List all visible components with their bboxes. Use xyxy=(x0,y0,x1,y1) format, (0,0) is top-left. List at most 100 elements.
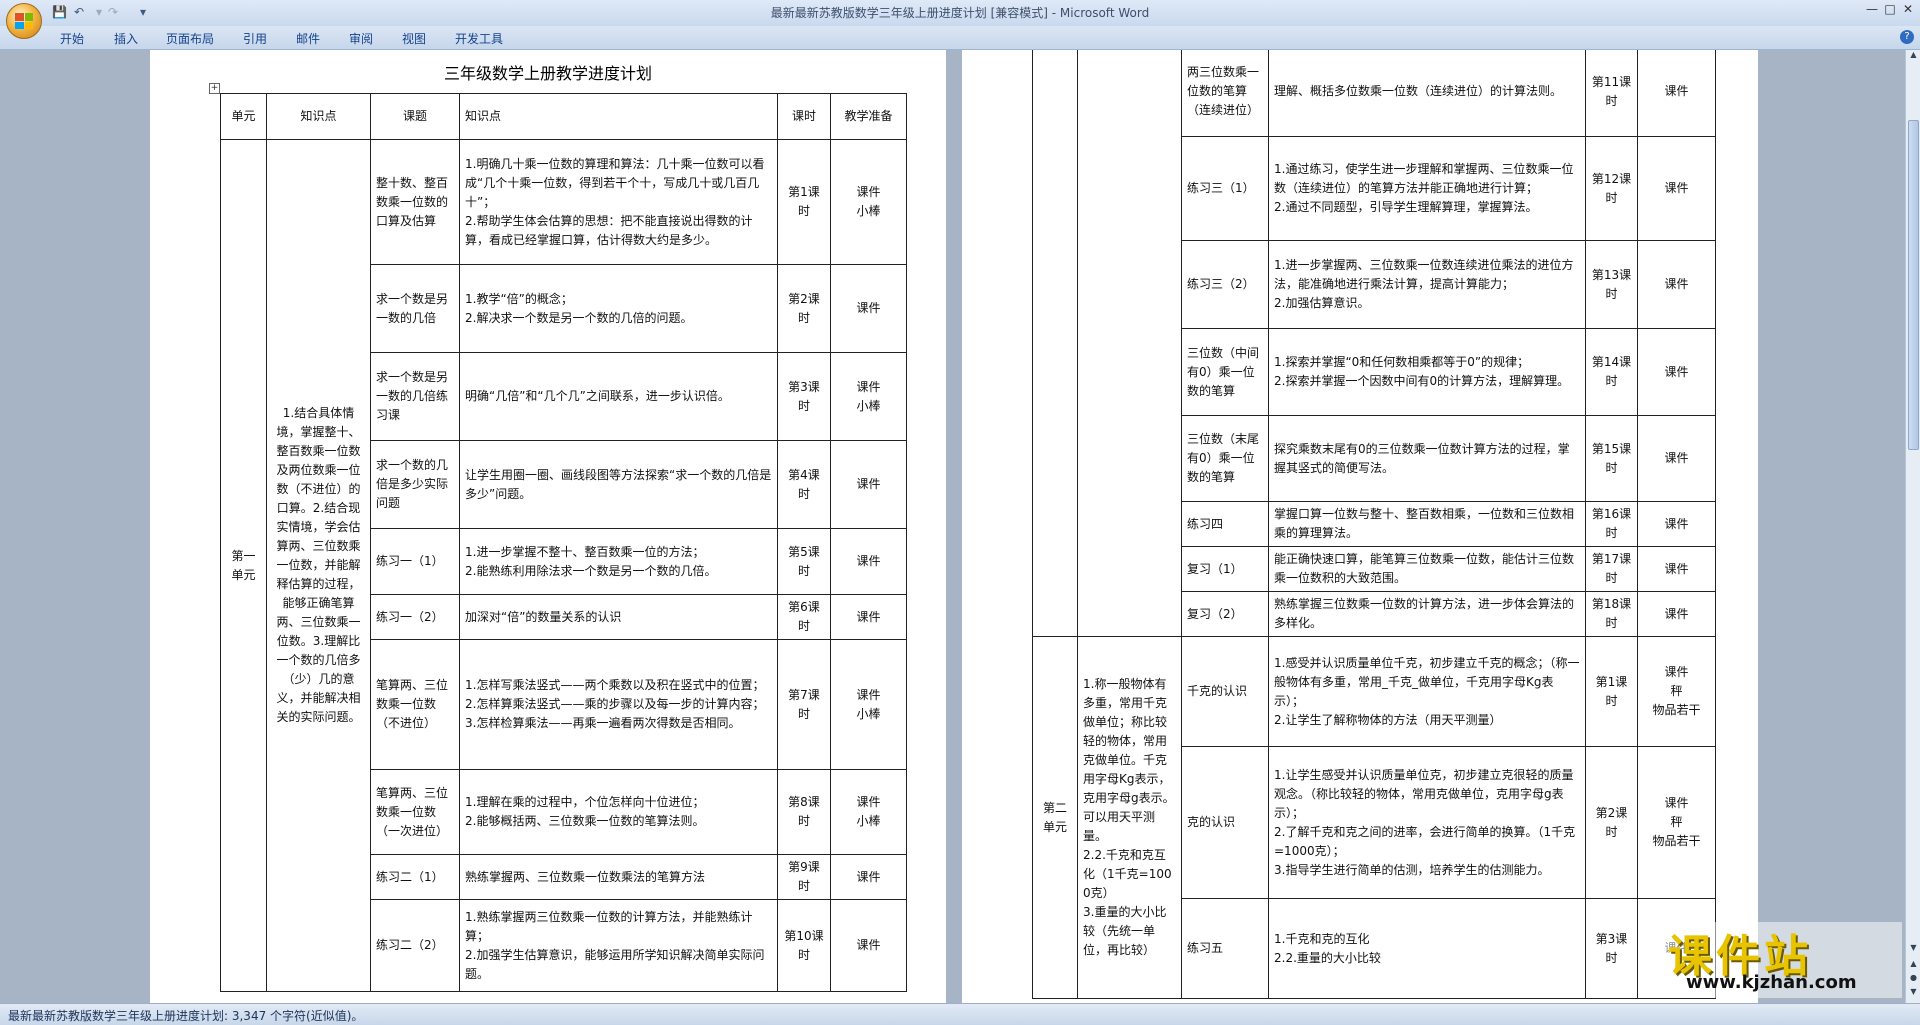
topic-cell: 千克的认识 xyxy=(1181,636,1269,747)
detail-cell: 1.熟练掌握两三位数乘一位数的计算方法，并能熟练计算； 2.加强学生估算意识，能… xyxy=(459,899,778,992)
unit-name: 第一单元 xyxy=(220,139,267,992)
period-cell: 第5课时 xyxy=(777,528,831,595)
topic-cell: 求一个数的几倍是多少实际问题 xyxy=(370,440,460,529)
word-window: 💾 ↶ ▾ ↷ ▾ 最新最新苏教版数学三年级上册进度计划 [兼容模式] - Mi… xyxy=(0,0,1920,1025)
tab-page-layout[interactable]: 页面布局 xyxy=(166,30,214,47)
period-cell: 第4课时 xyxy=(777,440,831,529)
detail-cell: 1.进一步掌握不整十、整百数乘一位的方法； 2.能熟练利用除法求一个数是另一个数… xyxy=(459,528,778,595)
topic-cell: 克的认识 xyxy=(1181,746,1269,899)
table-row: 两三位数乘一位数的笔算（连续进位） 理解、概括多位数乘一位数（连续进位）的计算法… xyxy=(1032,50,1716,637)
prep-cell: 课件 小棒 xyxy=(830,352,907,441)
prep-cell: 课件 xyxy=(1637,591,1716,637)
restore-icon[interactable]: □ xyxy=(1882,2,1898,16)
topic-cell: 练习三（1） xyxy=(1181,136,1269,241)
ribbon-tabs: 开始 插入 页面布局 引用 邮件 审阅 视图 开发工具 ? xyxy=(0,26,1920,50)
window-title: 最新最新苏教版数学三年级上册进度计划 [兼容模式] - Microsoft Wo… xyxy=(770,6,1150,20)
period-cell: 第18课时 xyxy=(1585,591,1638,637)
watermark-url: www.kjzhan.com xyxy=(1686,972,1857,993)
prep-cell: 课件 xyxy=(1637,136,1716,241)
tab-review[interactable]: 审阅 xyxy=(349,30,373,47)
detail-cell: 掌握口算一位数与整十、整百数相乘，一位数和三位数相乘的算理算法。 xyxy=(1268,501,1586,547)
scroll-thumb[interactable] xyxy=(1908,120,1919,450)
close-icon[interactable]: ✕ xyxy=(1900,2,1916,16)
help-icon[interactable]: ? xyxy=(1900,30,1914,44)
detail-cell: 1.怎样写乘法竖式——两个乘数以及积在竖式中的位置； 2.怎样算乘法竖式——乘的… xyxy=(459,639,778,770)
prep-cell: 课件 xyxy=(830,899,907,992)
status-text: 最新最新苏教版数学三年级上册进度计划: 3,347 个字符(近似值)。 xyxy=(8,1009,364,1023)
vertical-scrollbar[interactable]: ▲ ▼ ▲ ● ▼ xyxy=(1905,50,1920,1003)
scroll-down-icon[interactable]: ▼ xyxy=(1906,943,1920,957)
period-cell: 第17课时 xyxy=(1585,546,1638,592)
page-2[interactable]: 两三位数乘一位数的笔算（连续进位） 理解、概括多位数乘一位数（连续进位）的计算法… xyxy=(962,50,1758,1003)
prep-cell: 课件 xyxy=(830,528,907,595)
topic-cell: 三位数（中间有0）乘一位数的笔算 xyxy=(1181,328,1269,416)
period-cell: 第8课时 xyxy=(777,769,831,855)
tab-references[interactable]: 引用 xyxy=(243,30,267,47)
period-cell: 第2课时 xyxy=(777,264,831,353)
header-knowledge: 知识点 xyxy=(266,93,371,140)
prep-cell: 课件 xyxy=(830,440,907,529)
detail-cell: 明确“几倍”和“几个几”之间联系，进一步认识倍。 xyxy=(459,352,778,441)
topic-cell: 练习一（1） xyxy=(370,528,460,595)
detail-cell: 熟练掌握两、三位数乘一位数乘法的笔算方法 xyxy=(459,854,778,900)
plan-table-page1: 单元 知识点 课题 知识点 课时 教学准备 第一单元 1.结合具体情境，掌握整十… xyxy=(220,93,907,992)
table-row: 第一单元 1.结合具体情境，掌握整十、整百数乘一位数及两位数乘一位数（不进位）的… xyxy=(220,139,907,992)
prep-cell: 课件 xyxy=(830,264,907,353)
topic-cell: 复习（1） xyxy=(1181,546,1269,592)
period-cell: 第16课时 xyxy=(1585,501,1638,547)
period-cell: 第1课时 xyxy=(777,139,831,265)
next-page-icon[interactable]: ▼ xyxy=(1906,987,1920,1001)
tab-mailings[interactable]: 邮件 xyxy=(296,30,320,47)
prep-cell: 课件 小棒 xyxy=(830,639,907,770)
period-cell: 第11课时 xyxy=(1585,50,1638,137)
prep-cell: 课件 xyxy=(1637,415,1716,502)
minimize-icon[interactable]: — xyxy=(1864,2,1880,16)
prep-cell: 课件 xyxy=(1637,50,1716,137)
watermark: 课件站 www.kjzhan.com xyxy=(1662,922,1902,998)
period-cell: 第14课时 xyxy=(1585,328,1638,416)
table-row: 第二单元 1.称一般物体有多重，常用千克做单位；称比较轻的物体，常用克做单位。千… xyxy=(1032,636,1716,999)
header-unit: 单元 xyxy=(220,93,267,140)
tab-home[interactable]: 开始 xyxy=(60,30,84,47)
unit-knowledge: 1.称一般物体有多重，常用千克做单位；称比较轻的物体，常用克做单位。千克用字母K… xyxy=(1077,636,1182,999)
topic-cell: 练习二（1） xyxy=(370,854,460,900)
prep-cell: 课件 xyxy=(1637,546,1716,592)
detail-cell: 能正确快速口算，能笔算三位数乘一位数，能估计三位数乘一位数积的大致范围。 xyxy=(1268,546,1586,592)
table-header-row: 单元 知识点 课题 知识点 课时 教学准备 xyxy=(220,93,907,140)
unit-knowledge-continued xyxy=(1077,50,1182,637)
detail-cell: 理解、概括多位数乘一位数（连续进位）的计算法则。 xyxy=(1268,50,1586,137)
table-move-handle-icon[interactable]: + xyxy=(209,83,220,94)
status-bar: 最新最新苏教版数学三年级上册进度计划: 3,347 个字符(近似值)。 xyxy=(0,1003,1920,1025)
title-bar: 💾 ↶ ▾ ↷ ▾ 最新最新苏教版数学三年级上册进度计划 [兼容模式] - Mi… xyxy=(0,0,1920,26)
select-browse-object-icon[interactable]: ● xyxy=(1906,973,1920,987)
tab-view[interactable]: 视图 xyxy=(402,30,426,47)
tab-developer[interactable]: 开发工具 xyxy=(455,30,503,47)
header-topic: 课题 xyxy=(370,93,460,140)
period-cell: 第7课时 xyxy=(777,639,831,770)
detail-cell: 1.让学生感受并认识质量单位克，初步建立克很轻的质量观念。（称比较轻的物体，常用… xyxy=(1268,746,1586,899)
period-cell: 第13课时 xyxy=(1585,240,1638,329)
period-cell: 第9课时 xyxy=(777,854,831,900)
topic-cell: 三位数（末尾有0）乘一位数的笔算 xyxy=(1181,415,1269,502)
page-1[interactable]: 三年级数学上册教学进度计划 + 单元 知识点 课题 知识点 课时 教学准备 第一… xyxy=(150,50,946,1003)
prep-cell: 课件 xyxy=(1637,501,1716,547)
topic-cell: 复习（2） xyxy=(1181,591,1269,637)
detail-cell: 1.教学“倍”的概念； 2.解决求一个数是另一个数的几倍的问题。 xyxy=(459,264,778,353)
topic-cell: 整十数、整百数乘一位数的口算及估算 xyxy=(370,139,460,265)
period-cell: 第3课时 xyxy=(777,352,831,441)
document-area[interactable]: 三年级数学上册教学进度计划 + 单元 知识点 课题 知识点 课时 教学准备 第一… xyxy=(0,50,1905,1003)
unit-name: 第二单元 xyxy=(1032,636,1078,999)
previous-page-icon[interactable]: ▲ xyxy=(1906,959,1920,973)
scroll-up-icon[interactable]: ▲ xyxy=(1906,50,1920,64)
period-cell: 第6课时 xyxy=(777,594,831,640)
prep-cell: 课件 小棒 xyxy=(830,769,907,855)
topic-cell: 练习五 xyxy=(1181,898,1269,999)
tab-insert[interactable]: 插入 xyxy=(114,30,138,47)
period-cell: 第2课时 xyxy=(1585,746,1638,899)
period-cell: 第3课时 xyxy=(1585,898,1638,999)
detail-cell: 熟练掌握三位数乘一位数的计算方法，进一步体会算法的多样化。 xyxy=(1268,591,1586,637)
prep-cell: 课件 xyxy=(1637,240,1716,329)
detail-cell: 1.进一步掌握两、三位数乘一位数连续进位乘法的进位方法，能准确地进行乘法计算，提… xyxy=(1268,240,1586,329)
office-button[interactable] xyxy=(6,3,42,39)
topic-cell: 练习四 xyxy=(1181,501,1269,547)
